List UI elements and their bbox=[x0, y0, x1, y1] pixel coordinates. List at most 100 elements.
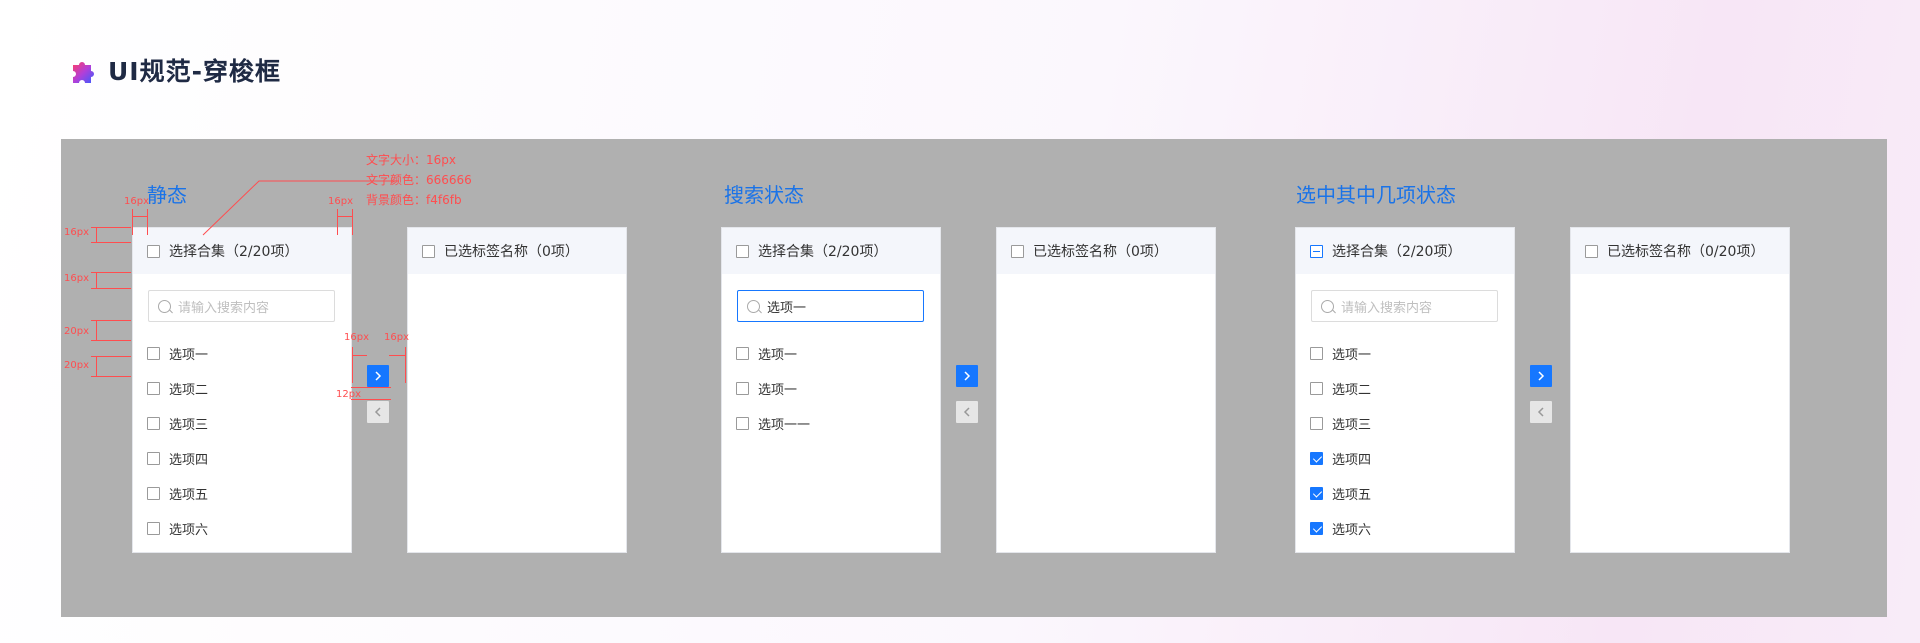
list-item[interactable]: 选项一 bbox=[736, 336, 940, 371]
section-title-static: 静态 bbox=[147, 183, 187, 207]
item-label: 选项一一 bbox=[758, 418, 811, 433]
gap-label-btn-right: 16px bbox=[384, 332, 409, 343]
item-checkbox[interactable] bbox=[147, 347, 160, 360]
item-label: 选项二 bbox=[169, 383, 209, 398]
item-checkbox[interactable] bbox=[1310, 382, 1323, 395]
dimension-mark bbox=[91, 320, 131, 321]
move-left-button[interactable] bbox=[1530, 401, 1552, 423]
list-item[interactable]: 选项三 bbox=[147, 406, 351, 441]
item-label: 选项一 bbox=[758, 348, 798, 363]
item-checkbox-checked[interactable] bbox=[1310, 487, 1323, 500]
gap-label-btn-left: 16px bbox=[344, 332, 369, 343]
dimension-mark bbox=[91, 272, 131, 273]
item-checkbox[interactable] bbox=[736, 417, 749, 430]
search-icon bbox=[158, 299, 171, 313]
move-right-button[interactable] bbox=[367, 365, 389, 387]
panel-header: 已选标签名称（0/20项） bbox=[1571, 228, 1789, 274]
list-item[interactable]: 选项六 bbox=[1310, 511, 1514, 546]
item-label: 选项五 bbox=[169, 488, 209, 503]
item-label: 选项六 bbox=[169, 523, 209, 538]
dimension-mark bbox=[352, 355, 367, 356]
list-item[interactable]: 选项四 bbox=[1310, 441, 1514, 476]
dimension-mark bbox=[96, 227, 97, 242]
dimension-mark bbox=[91, 242, 131, 243]
search-input[interactable]: 请输入搜索内容 bbox=[1311, 290, 1498, 322]
list-item[interactable]: 选项一 bbox=[1310, 336, 1514, 371]
gap-label-header-right: 16px bbox=[328, 196, 353, 207]
list-item[interactable]: 选项五 bbox=[147, 476, 351, 511]
dimension-mark bbox=[132, 209, 133, 235]
page-title: UI规范-穿梭框 bbox=[108, 57, 281, 86]
panel-header-label: 选择合集（2/20项） bbox=[1332, 244, 1462, 260]
move-right-button[interactable] bbox=[956, 365, 978, 387]
dimension-mark bbox=[91, 356, 131, 357]
item-label: 选项三 bbox=[1332, 418, 1372, 433]
spec-leader-line bbox=[202, 180, 399, 236]
chevron-right-icon bbox=[375, 371, 382, 381]
chevron-left-icon bbox=[963, 407, 970, 417]
page-header: UI规范-穿梭框 bbox=[70, 52, 281, 88]
list-item[interactable]: 选项一 bbox=[147, 336, 351, 371]
list-item[interactable]: 选项二 bbox=[1310, 371, 1514, 406]
list-item[interactable]: 选项三 bbox=[1310, 406, 1514, 441]
transfer-target-panel-static: 已选标签名称（0项） bbox=[407, 227, 627, 553]
list-item[interactable]: 选项六 bbox=[147, 511, 351, 546]
select-all-checkbox-indeterminate[interactable] bbox=[1310, 244, 1323, 258]
item-checkbox[interactable] bbox=[147, 522, 160, 535]
item-label: 选项四 bbox=[169, 453, 209, 468]
panel-header-label: 选择合集（2/20项） bbox=[758, 244, 888, 260]
search-icon bbox=[747, 299, 760, 313]
search-placeholder: 请输入搜索内容 bbox=[1341, 300, 1433, 316]
transfer-target-panel-search: 已选标签名称（0项） bbox=[996, 227, 1216, 553]
select-all-checkbox[interactable] bbox=[1585, 244, 1598, 258]
transfer-target-panel-partial: 已选标签名称（0/20项） bbox=[1570, 227, 1790, 553]
search-placeholder: 请输入搜索内容 bbox=[178, 300, 270, 316]
panel-header: 选择合集（2/20项） bbox=[1296, 228, 1514, 274]
item-checkbox[interactable] bbox=[1310, 347, 1323, 360]
search-input[interactable]: 选项一 bbox=[737, 290, 924, 322]
item-label: 选项五 bbox=[1332, 488, 1372, 503]
dimension-mark bbox=[337, 216, 352, 217]
chevron-right-icon bbox=[964, 371, 971, 381]
item-checkbox[interactable] bbox=[147, 487, 160, 500]
transfer-source-panel-static: 选择合集（2/20项） 请输入搜索内容 选项一 选项二 选项三 选项四 选项五 … bbox=[132, 227, 352, 553]
item-checkbox[interactable] bbox=[147, 382, 160, 395]
list-item[interactable]: 选项四 bbox=[147, 441, 351, 476]
gap-label-header-left: 16px bbox=[124, 196, 149, 207]
dimension-mark bbox=[147, 209, 148, 235]
list-item[interactable]: 选项一一 bbox=[736, 406, 940, 441]
item-checkbox-checked[interactable] bbox=[1310, 522, 1323, 535]
dimension-mark bbox=[351, 399, 391, 400]
dimension-mark bbox=[352, 347, 353, 383]
select-all-checkbox[interactable] bbox=[1011, 244, 1024, 258]
select-all-checkbox[interactable] bbox=[736, 244, 749, 258]
item-checkbox[interactable] bbox=[736, 382, 749, 395]
transfer-source-panel-partial: 选择合集（2/20项） 请输入搜索内容 选项一 选项二 选项三 选项四 选项五 … bbox=[1295, 227, 1515, 553]
dimension-mark bbox=[91, 227, 131, 228]
search-value: 选项一 bbox=[767, 300, 807, 316]
list-item[interactable]: 选项一 bbox=[736, 371, 940, 406]
dimension-mark bbox=[91, 340, 131, 341]
move-left-button[interactable] bbox=[367, 401, 389, 423]
search-input[interactable]: 请输入搜索内容 bbox=[148, 290, 335, 322]
item-checkbox[interactable] bbox=[147, 417, 160, 430]
panel-header-label: 已选标签名称（0项） bbox=[1033, 244, 1168, 260]
list-item[interactable]: 选项二 bbox=[147, 371, 351, 406]
item-checkbox[interactable] bbox=[736, 347, 749, 360]
select-all-checkbox[interactable] bbox=[422, 244, 435, 258]
option-list: 选项一 选项二 选项三 选项四 选项五 选项六 bbox=[1296, 322, 1514, 546]
list-item[interactable]: 选项五 bbox=[1310, 476, 1514, 511]
item-checkbox[interactable] bbox=[147, 452, 160, 465]
item-label: 选项三 bbox=[169, 418, 209, 433]
gap-label-4: 20px bbox=[64, 360, 89, 371]
spec-font-size: 文字大小：16px bbox=[366, 153, 456, 167]
item-checkbox-checked[interactable] bbox=[1310, 452, 1323, 465]
select-all-checkbox[interactable] bbox=[147, 244, 160, 258]
item-checkbox[interactable] bbox=[1310, 417, 1323, 430]
dimension-mark bbox=[337, 209, 338, 235]
section-title-partial-selected: 选中其中几项状态 bbox=[1296, 183, 1456, 207]
dimension-mark bbox=[96, 320, 97, 340]
move-left-button[interactable] bbox=[956, 401, 978, 423]
panel-header: 已选标签名称（0项） bbox=[997, 228, 1215, 274]
move-right-button[interactable] bbox=[1530, 365, 1552, 387]
